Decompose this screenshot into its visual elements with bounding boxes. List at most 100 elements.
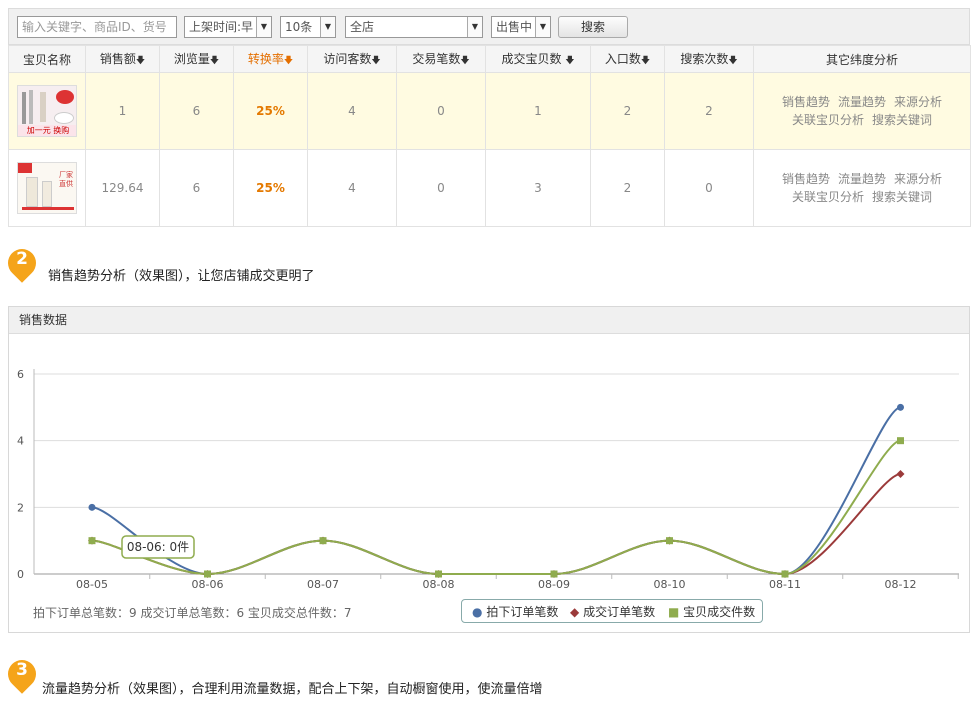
chevron-down-icon: ▼ (535, 17, 550, 37)
chevron-down-icon: ▼ (467, 17, 482, 37)
x-tick-label: 08-12 (885, 578, 917, 591)
product-thumbnail[interactable]: 加一元 换购 (17, 85, 77, 137)
table-row: 厂家直供 129.64 6 25% 4 0 3 2 0 销售趋势 流量趋势 来源分析… (8, 149, 971, 227)
link-search-keywords[interactable]: 搜索关键词 (872, 190, 932, 204)
data-point (88, 503, 96, 511)
analysis-links: 销售趋势 流量趋势 来源分析 关联宝贝分析 搜索关键词 (753, 72, 971, 150)
corner-tag-shape (18, 163, 32, 173)
link-source-analysis[interactable]: 来源分析 (894, 95, 942, 109)
data-point (550, 570, 558, 578)
items-sold-cell: 3 (485, 149, 591, 227)
x-tick-label: 08-05 (76, 578, 108, 591)
col-items-sold[interactable]: 成交宝贝数 🡇 (485, 45, 591, 73)
views-cell: 6 (159, 72, 234, 150)
link-search-keywords[interactable]: 搜索关键词 (872, 113, 932, 127)
status-select[interactable]: 出售中 ▼ (491, 16, 551, 38)
sort-arrow-icon: 🡇 (460, 55, 470, 66)
col-searches[interactable]: 搜索次数🡇 (664, 45, 754, 73)
link-traffic-trend[interactable]: 流量趋势 (838, 95, 886, 109)
col-visitors[interactable]: 访问客数🡇 (307, 45, 397, 73)
diamond-marker-icon: ◆ (570, 605, 580, 619)
chevron-down-icon: ▼ (256, 17, 271, 37)
link-related-items[interactable]: 关联宝贝分析 (792, 190, 864, 204)
x-tick-label: 08-07 (307, 578, 339, 591)
series-line-closed-orders (91, 473, 901, 576)
analysis-links: 销售趋势 流量趋势 来源分析 关联宝贝分析 搜索关键词 (753, 149, 971, 227)
col-trades[interactable]: 交易笔数🡇 (396, 45, 486, 73)
sort-arrow-icon: 🡇 (565, 55, 575, 66)
visitors-cell: 4 (307, 72, 397, 150)
entries-cell: 2 (590, 149, 665, 227)
page-size-select[interactable]: 10条 ▼ (280, 16, 336, 38)
section-title: 流量趋势分析（效果图），合理利用流量数据，配合上下架，自动橱窗使用，使流量倍增 (42, 682, 543, 697)
data-point (435, 570, 442, 578)
step-number: 3 (16, 660, 28, 680)
sort-arrow-icon: 🡇 (209, 55, 220, 66)
visitors-cell: 4 (307, 149, 397, 227)
link-sales-trend[interactable]: 销售趋势 (782, 172, 830, 186)
circle-marker-icon: ● (472, 605, 483, 619)
step-number: 2 (16, 249, 28, 269)
listing-time-select[interactable]: 上架时间:早 ▼ (184, 16, 272, 38)
square-marker-icon: ■ (668, 605, 680, 619)
link-traffic-trend[interactable]: 流量趋势 (838, 172, 886, 186)
link-related-items[interactable]: 关联宝贝分析 (792, 113, 864, 127)
trades-cell: 0 (396, 72, 486, 150)
searches-cell: 2 (664, 72, 754, 150)
item-cell: 厂家直供 (8, 149, 86, 227)
shop-scope-select[interactable]: 全店 ▼ (345, 16, 483, 38)
search-button[interactable]: 搜索 (558, 16, 628, 38)
promo-strip-shape (22, 207, 74, 210)
x-tick-label: 08-10 (654, 578, 686, 591)
data-point (666, 537, 673, 545)
data-point (896, 470, 905, 478)
bottle-shape (42, 181, 52, 207)
col-other-analysis: 其它纬度分析 (753, 45, 971, 73)
thumb-caption: 加一元 换购 (18, 125, 76, 136)
data-point (781, 570, 789, 578)
views-cell: 6 (159, 149, 234, 227)
searches-cell: 0 (664, 149, 754, 227)
section-title: 销售趋势分析（效果图），让您店铺成交更明了 (48, 269, 315, 284)
data-point (897, 403, 904, 411)
col-item-name: 宝贝名称 (8, 45, 86, 73)
y-tick-label: 6 (17, 368, 24, 381)
badge-shape (56, 90, 74, 104)
sort-arrow-icon: 🡇 (135, 55, 146, 66)
col-sales[interactable]: 销售额🡇 (85, 45, 160, 73)
sort-arrow-icon: 🡇 (728, 55, 738, 66)
col-conversion[interactable]: 转换率🡇 (233, 45, 308, 73)
data-point (319, 537, 327, 545)
entries-cell: 2 (590, 72, 665, 150)
item-table: 宝贝名称 销售额🡇 浏览量🡇 转换率🡇 访问客数🡇 交易笔数🡇 成交宝贝数 🡇 … (8, 45, 971, 227)
data-point (897, 437, 904, 445)
sales-chart-panel: 销售数据 0 2 4 6 08-05 08-06 08-07 08-08 08-09 08-10 0… (8, 306, 970, 633)
legend-item[interactable]: ■ 宝贝成交件数 (668, 603, 755, 620)
items-sold-cell: 1 (485, 72, 591, 150)
legend-item[interactable]: ● 拍下订单笔数 (472, 603, 558, 620)
shop-scope-value: 全店 (350, 20, 375, 34)
rate-cell: 25% (233, 72, 308, 150)
sort-arrow-icon: 🡇 (371, 55, 381, 66)
sales-line-chart: 0 2 4 6 08-05 08-06 08-07 08-08 08-09 08-10 08-11 0… (17, 368, 959, 591)
dish-shape (54, 112, 74, 124)
link-source-analysis[interactable]: 来源分析 (894, 172, 942, 186)
chevron-down-icon: ▼ (320, 17, 335, 37)
filter-bar: 输入关键字、商品ID、货号 上架时间:早 ▼ 10条 ▼ 全店 ▼ 出售中 ▼ … (8, 8, 970, 45)
search-input[interactable]: 输入关键字、商品ID、货号 (17, 16, 177, 38)
page-size-value: 10条 (285, 20, 313, 34)
col-entries[interactable]: 入口数🡇 (590, 45, 665, 73)
chart-legend: ● 拍下订单笔数 ◆ 成交订单笔数 ■ 宝贝成交件数 (461, 599, 763, 623)
item-cell: 加一元 换购 (8, 72, 86, 150)
product-thumbnail[interactable]: 厂家直供 (17, 162, 77, 214)
table-row: 加一元 换购 1 6 25% 4 0 1 2 2 销售趋势 流量趋势 来源分析 关联… (8, 72, 971, 150)
y-tick-label: 2 (17, 501, 24, 514)
legend-item[interactable]: ◆ 成交订单笔数 (570, 603, 655, 620)
link-sales-trend[interactable]: 销售趋势 (782, 95, 830, 109)
series-line-placed-orders (91, 406, 901, 576)
trades-cell: 0 (396, 149, 486, 227)
col-views[interactable]: 浏览量🡇 (159, 45, 234, 73)
sales-cell: 129.64 (85, 149, 160, 227)
data-point (204, 570, 211, 578)
chopsticks-shape (22, 92, 26, 124)
